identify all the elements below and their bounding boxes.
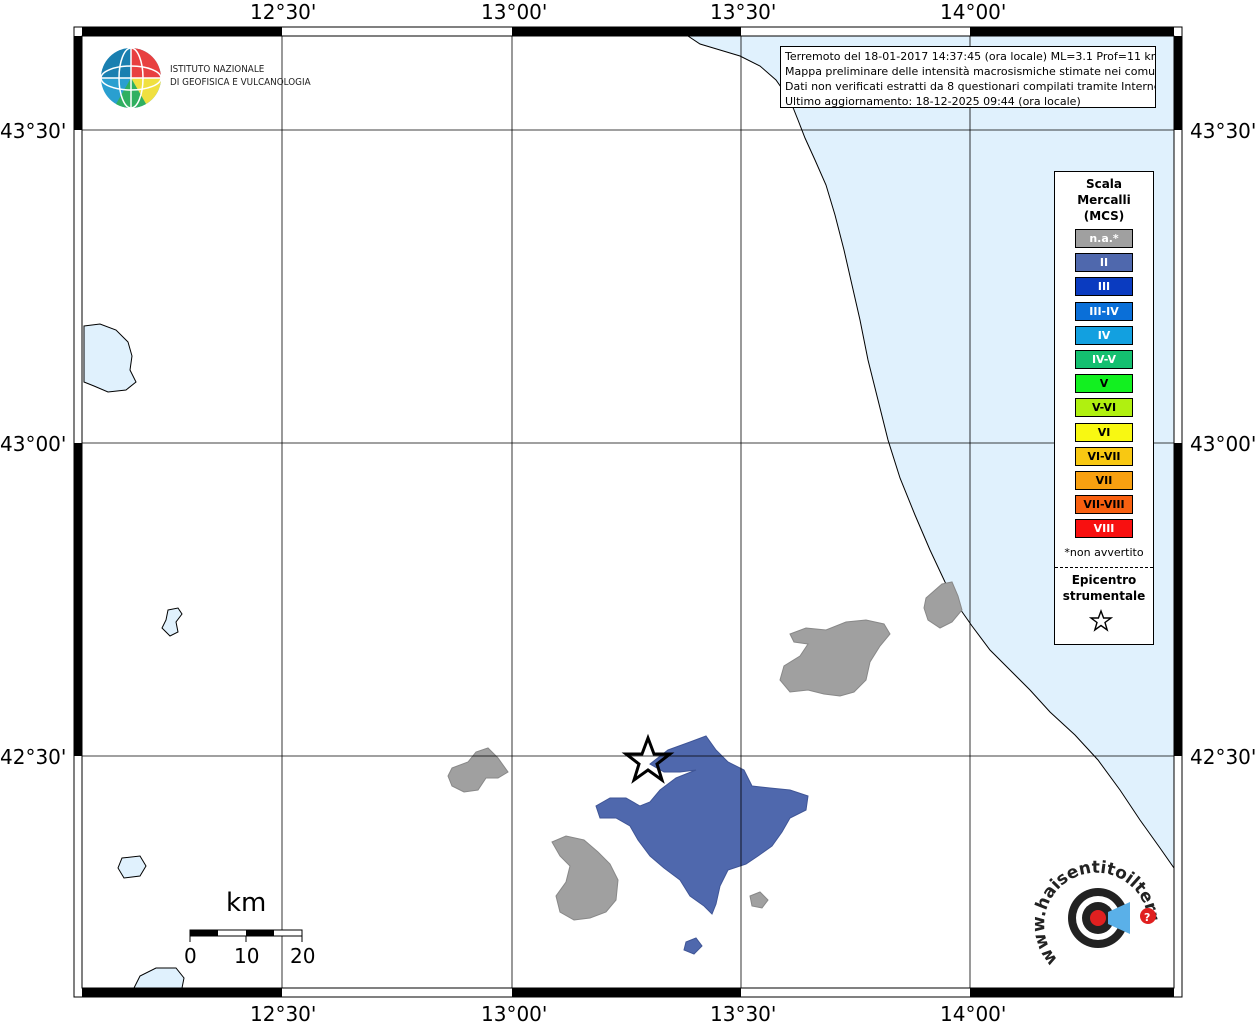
legend-swatch: IV-V [1075, 350, 1133, 369]
info-line: Ultimo aggiornamento: 18-12-2025 09:44 (… [785, 95, 1081, 108]
legend-swatch: VI [1075, 422, 1133, 442]
legend-epicenter-label: Epicentro strumentale [1062, 573, 1146, 603]
legend-swatch: IV [1075, 325, 1133, 345]
legend-swatch: V-VI [1075, 398, 1133, 418]
legend-note: *non avvertito [1064, 546, 1144, 559]
scale-tick-label: 0 [184, 944, 197, 968]
mcs-legend: Scala Mercalli (MCS) n.a.* II III III-IV IV I… [1054, 171, 1154, 645]
info-line: Terremoto del 18-01-2017 14:37:45 (ora l… [785, 50, 1156, 63]
svg-text:?: ? [1144, 911, 1150, 924]
legend-swatch: VII [1075, 471, 1133, 490]
scale-unit-label: km [226, 888, 267, 918]
info-line: Dati non verificati estratti da 8 questi… [785, 80, 1156, 93]
lon-label-top: 14°00' [940, 0, 1007, 24]
lon-label-top: 13°30' [710, 0, 777, 24]
logo-line: DI GEOFISICA E VULCANOLOGIA [170, 77, 311, 88]
legend-title: Scala Mercalli (MCS) [1077, 177, 1131, 223]
legend-swatch: III-IV [1075, 301, 1133, 321]
legend-swatch: II [1075, 253, 1133, 273]
earthquake-info-box: Terremoto del 18-01-2017 14:37:45 (ora l… [780, 46, 1156, 108]
logo-line: ISTITUTO NAZIONALE [170, 64, 265, 75]
lon-label-bottom: 12°30' [250, 1002, 317, 1026]
lon-label-bottom: 13°30' [710, 1002, 777, 1026]
legend-separator [1055, 567, 1153, 568]
lat-label-right: 42°30' [1190, 745, 1256, 769]
lat-label-left: 43°00' [0, 432, 67, 456]
scale-tick-label: 20 [290, 944, 316, 968]
lat-label-left: 43°30' [0, 119, 67, 143]
legend-swatch: n.a.* [1075, 229, 1133, 248]
hsi-target-icon: www.haisentitoilterremoto.it ? [1030, 850, 1163, 969]
legend-swatch: V [1075, 374, 1133, 394]
legend-swatch: VII-VIII [1075, 495, 1133, 515]
lon-label-top: 13°00' [481, 0, 548, 24]
lon-label-bottom: 14°00' [940, 1002, 1007, 1026]
ingv-logo-text: ISTITUTO NAZIONALE DI GEOFISICA E VULCAN… [170, 63, 311, 89]
star-icon [1089, 609, 1113, 632]
lat-label-right: 43°30' [1190, 119, 1256, 143]
legend-swatch: VI-VII [1075, 446, 1133, 466]
lon-label-bottom: 13°00' [481, 1002, 548, 1026]
ingv-globe-icon [100, 47, 162, 109]
lat-label-right: 43°00' [1190, 432, 1256, 456]
lat-label-left: 42°30' [0, 745, 67, 769]
legend-swatch: VIII [1075, 519, 1133, 539]
info-line: Mappa preliminare delle intensità macros… [785, 65, 1156, 78]
lon-label-top: 12°30' [250, 0, 317, 24]
scale-tick-label: 10 [234, 944, 260, 968]
legend-swatch: III [1075, 277, 1133, 297]
